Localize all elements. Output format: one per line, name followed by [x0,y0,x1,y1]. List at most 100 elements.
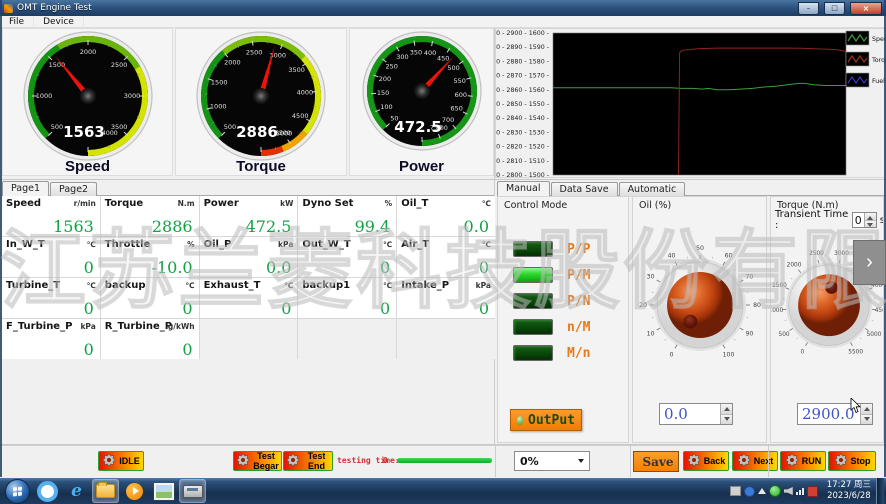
tab-manual[interactable]: Manual [497,181,550,197]
svg-text:20: 20 [639,302,647,309]
gauge-title: Torque [176,158,346,175]
svg-text:2000: 2000 [79,48,96,56]
maximize-button[interactable]: □ [824,2,845,15]
table-cell-backup1: backup1℃0 [298,278,396,318]
gauge-value: 2886 [236,123,278,141]
svg-text:3000: 3000 [123,92,140,100]
test-end-button[interactable]: Test End [283,451,333,471]
minimize-button[interactable]: – [798,2,819,15]
gauge-panel-speed: 50010001500200025003000350040001563Speed [2,28,173,176]
chart-panel: 0 - 2800 - 1500 -10 - 2810 - 1510 -20 - … [495,28,886,178]
tab-data-save[interactable]: Data Save [551,182,618,197]
output-button[interactable]: OutPut [510,409,582,431]
spin-down-icon[interactable] [721,415,732,425]
tab-page1[interactable]: Page1 [2,181,49,197]
mode-toggle-n/M[interactable] [513,319,553,335]
tray-security-icon[interactable] [744,486,755,497]
cell-label: Exhaust_T [204,280,261,291]
volume-icon[interactable] [784,487,793,495]
svg-text:200: 200 [378,75,390,83]
table-cell-f_turbine_p: F_Turbine_PkPa0 [2,319,100,359]
taskbar-ie-icon[interactable]: e [63,479,90,503]
percent-value: 0% [520,455,539,468]
cell-value: 1563 [53,217,94,236]
gauge-dial: 50010001500200025003000350040001563 [22,30,154,162]
taskbar-photos-icon[interactable] [150,479,177,503]
tray-alert-icon[interactable] [807,486,818,497]
table-cell-backup: backup℃0 [101,278,199,318]
spin-down-icon[interactable] [865,221,876,228]
percent-combobox[interactable]: 0% [514,451,590,471]
cell-unit: ℃ [87,240,96,249]
stop-button[interactable]: Stop [828,451,876,471]
gear-icon [102,453,116,469]
next-button[interactable]: Next [732,451,778,471]
run-button[interactable]: RUN [780,451,826,471]
close-button[interactable]: × [850,2,882,15]
bottom-divider [630,446,631,477]
tab-page2[interactable]: Page2 [50,182,97,197]
expand-panel-button[interactable]: › [853,240,886,285]
gauge-title: Power [350,158,493,175]
gear-icon [236,453,250,469]
table-cell-empty [200,319,298,359]
taskbar-clock[interactable]: 17:27 周三 2023/6/28 [827,480,871,502]
taskbar-media-icon[interactable] [121,479,148,503]
idle-button[interactable]: IDLE [98,451,144,471]
transient-time-spinbox[interactable]: 0 [852,212,877,228]
mode-row: P/M [513,267,628,283]
save-button[interactable]: Save [633,451,679,472]
svg-text:10 - 2810 - 1510 -: 10 - 2810 - 1510 - [496,158,549,165]
gauge-panel-power: 5010015020025030035040045050055060065070… [349,28,494,176]
taskbar: e 17:27 周三 2023/6/28 [0,478,886,504]
show-desktop-button[interactable] [876,478,884,504]
mode-toggle-P/P[interactable] [513,241,553,257]
start-button[interactable] [5,479,30,504]
spin-down-icon[interactable] [861,415,872,425]
svg-text:30 - 2830 - 1530 -: 30 - 2830 - 1530 - [496,129,549,136]
save-label: Save [642,455,673,469]
spin-up-icon[interactable] [865,213,876,221]
gear-icon [834,453,848,469]
folder-icon [96,484,115,498]
table-cell-oil_t: Oil_T℃0.0 [397,196,495,236]
tray-expand-icon[interactable] [758,488,766,494]
test-begin-label: Test Begar [253,451,279,471]
tray-status-icon[interactable] [769,485,781,497]
table-cell-torque: TorqueN.m2886 [101,196,199,236]
mode-toggle-P/N[interactable] [513,293,553,309]
legend-speed: Speed [846,31,886,45]
spin-up-icon[interactable] [861,404,872,415]
tray-app-icon[interactable] [730,486,741,496]
knob-dial: 0102030405060708090100 [635,245,765,371]
oil-knob[interactable]: 0102030405060708090100 [635,245,765,374]
cell-value: 0 [182,299,192,318]
gauge-power: 5010015020025030035040045050055060065070… [350,29,493,152]
test-begin-button[interactable]: Test Begar [233,451,282,471]
back-button[interactable]: Back [683,451,729,471]
transient-time-value: 0 [853,213,864,227]
svg-text:50: 50 [696,245,704,252]
gauge-dial: 5010015020025030035040045050055060065070… [361,30,483,152]
spin-up-icon[interactable] [721,404,732,415]
table-cell-turbine_t: Turbine_T℃0 [2,278,100,318]
taskbar-app-icon[interactable] [179,479,206,503]
gauge-torque: 5001000150020002500300035004000450050005… [176,29,346,162]
taskbar-explorer-icon[interactable] [92,479,119,503]
cell-unit: ℃ [383,281,392,290]
network-icon[interactable] [796,488,804,495]
taskbar-browser-icon[interactable] [34,479,61,503]
cell-unit: kW [280,199,293,208]
mode-toggle-M/n[interactable] [513,345,553,361]
mode-toggle-P/M[interactable] [513,267,553,283]
oil-value-spinbox[interactable]: 0.0 [659,403,733,425]
testing-time-label: testing time: [337,456,400,465]
knob-indicator [825,281,837,293]
app-icon [4,4,13,13]
transient-time-label: Transient Time : [775,209,850,231]
svg-text:500: 500 [224,123,236,131]
menu-file[interactable]: File [0,16,34,27]
cell-unit: ℃ [87,281,96,290]
tab-automatic[interactable]: Automatic [619,182,686,197]
menu-device[interactable]: Device [34,16,84,27]
